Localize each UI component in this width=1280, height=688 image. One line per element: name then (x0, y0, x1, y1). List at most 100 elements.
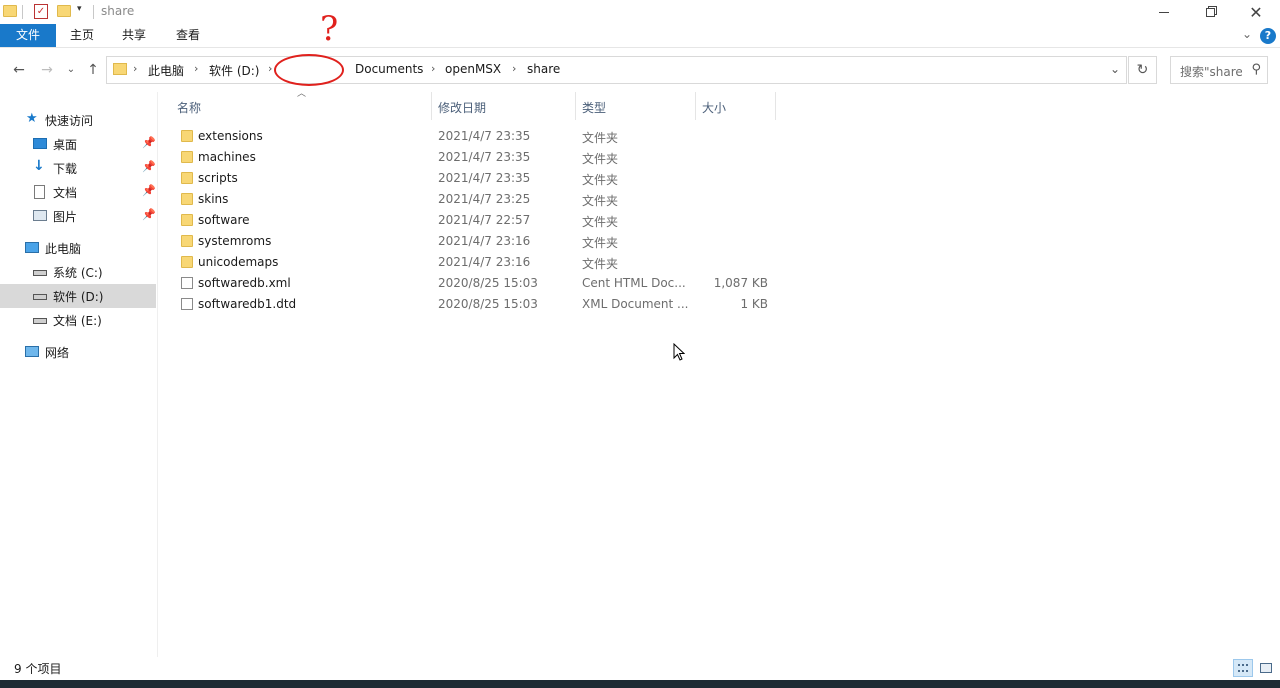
sidebar-item-pictures[interactable]: 图片 📌 (0, 204, 156, 228)
sidebar-item-documents[interactable]: 文档 📌 (0, 180, 156, 204)
tab-share[interactable]: 共享 (114, 24, 154, 47)
sidebar-item-drive-e[interactable]: 文档 (E:) (0, 308, 156, 332)
annotation-question-mark: ? (320, 9, 339, 49)
chevron-right-icon[interactable]: › (431, 62, 435, 75)
forward-button[interactable]: → (38, 61, 56, 79)
file-date: 2021/4/7 22:57 (438, 213, 531, 227)
file-row[interactable]: software 2021/4/7 22:57 文件夹 (176, 210, 776, 231)
breadcrumb-drive-d[interactable]: 软件 (D:) (209, 62, 259, 79)
details-view-button[interactable] (1233, 659, 1253, 677)
file-name: softwaredb.xml (198, 276, 291, 290)
file-row[interactable]: extensions 2021/4/7 23:35 文件夹 (176, 126, 776, 147)
chevron-right-icon[interactable]: › (268, 62, 272, 75)
computer-icon (25, 242, 39, 253)
chevron-down-icon[interactable]: ⌄ (1110, 62, 1120, 76)
close-icon: ✕ (1249, 2, 1263, 22)
separator (22, 5, 23, 19)
file-date: 2021/4/7 23:35 (438, 171, 531, 185)
sidebar-item-quick-access[interactable]: ★ 快速访问 (0, 108, 156, 132)
download-icon: ↓ (33, 158, 45, 174)
file-row[interactable]: unicodemaps 2021/4/7 23:16 文件夹 (176, 252, 776, 273)
search-input[interactable]: 搜索"share" ⚲ (1170, 56, 1268, 84)
sidebar-item-drive-c[interactable]: 系统 (C:) (0, 260, 156, 284)
minimize-button[interactable] (1141, 0, 1187, 24)
folder-icon (181, 172, 193, 184)
network-icon (25, 346, 39, 357)
desktop-icon (33, 138, 47, 149)
column-size[interactable]: 大小 (702, 99, 726, 116)
restore-button[interactable] (1187, 0, 1233, 24)
pin-icon[interactable]: 📌 (142, 208, 156, 221)
close-button[interactable]: ✕ (1233, 0, 1279, 24)
refresh-button[interactable]: ↻ (1128, 56, 1157, 84)
folder-icon (3, 5, 17, 17)
pin-icon[interactable]: 📌 (142, 160, 156, 173)
file-type: 文件夹 (582, 152, 619, 166)
chevron-right-icon[interactable]: › (512, 62, 516, 75)
file-type: 文件夹 (582, 173, 619, 187)
recent-locations-dropdown[interactable]: ⌄ (62, 61, 80, 79)
file-row[interactable]: softwaredb1.dtd 2020/8/25 15:03 XML Docume… (176, 294, 776, 315)
column-divider[interactable] (431, 92, 432, 120)
pane-divider[interactable] (157, 92, 158, 657)
expand-ribbon-icon[interactable]: ⌄ (1242, 27, 1252, 41)
column-header: 名称 修改日期 类型 大小 (158, 92, 1280, 120)
large-icons-view-button[interactable] (1256, 659, 1276, 677)
file-row[interactable]: scripts 2021/4/7 23:35 文件夹 (176, 168, 776, 189)
quick-access-dropdown-icon[interactable]: ▾ (77, 4, 82, 14)
title-bar: ✓ ▾ share ✕ (0, 0, 1280, 24)
file-type: XML Document ... (582, 297, 689, 311)
sidebar-item-label: 下载 (53, 162, 78, 176)
new-folder-icon[interactable] (57, 5, 71, 17)
annotation-ellipse (274, 54, 344, 86)
sidebar-item-desktop[interactable]: 桌面 📌 (0, 132, 156, 156)
window-title: share (101, 4, 135, 18)
column-type[interactable]: 类型 (582, 99, 606, 116)
sidebar-item-this-pc[interactable]: 此电脑 (0, 236, 156, 260)
sidebar-item-downloads[interactable]: ↓ 下载 📌 (0, 156, 156, 180)
tab-view[interactable]: 查看 (168, 24, 208, 47)
column-name[interactable]: 名称 (177, 99, 201, 116)
properties-icon[interactable]: ✓ (34, 4, 48, 19)
pin-icon[interactable]: 📌 (142, 136, 156, 149)
chevron-right-icon[interactable]: › (194, 62, 198, 75)
tab-file[interactable]: 文件 (0, 24, 56, 47)
breadcrumb-documents[interactable]: Documents (355, 62, 423, 76)
details-view-icon (1238, 664, 1248, 672)
sidebar-item-network[interactable]: 网络 (0, 340, 156, 364)
file-name: extensions (198, 129, 263, 143)
drive-icon (33, 270, 47, 276)
column-date[interactable]: 修改日期 (438, 99, 486, 116)
file-row[interactable]: machines 2021/4/7 23:35 文件夹 (176, 147, 776, 168)
breadcrumb-openmsx[interactable]: openMSX (445, 62, 501, 76)
pin-icon[interactable]: 📌 (142, 184, 156, 197)
breadcrumb-share[interactable]: share (527, 62, 560, 76)
breadcrumb-this-pc[interactable]: 此电脑 (148, 62, 184, 79)
search-icon: ⚲ (1251, 62, 1261, 77)
drive-icon (33, 318, 47, 324)
up-button[interactable]: ↑ (84, 61, 102, 79)
file-type: 文件夹 (582, 215, 619, 229)
column-divider[interactable] (695, 92, 696, 120)
sidebar-item-label: 网络 (45, 346, 70, 360)
file-type: 文件夹 (582, 194, 619, 208)
sidebar-item-drive-d[interactable]: 软件 (D:) (0, 284, 156, 308)
file-row[interactable]: skins 2021/4/7 23:25 文件夹 (176, 189, 776, 210)
sidebar-item-label: 系统 (C:) (53, 266, 103, 280)
file-name: systemroms (198, 234, 272, 248)
back-button[interactable]: ← (10, 61, 28, 79)
folder-icon (181, 214, 193, 226)
column-divider[interactable] (775, 92, 776, 120)
help-button[interactable]: ? (1260, 28, 1276, 44)
column-divider[interactable] (575, 92, 576, 120)
tab-home[interactable]: 主页 (62, 24, 102, 47)
sidebar-item-label: 桌面 (53, 138, 78, 152)
file-row[interactable]: systemroms 2021/4/7 23:16 文件夹 (176, 231, 776, 252)
address-bar[interactable]: › 此电脑 › 软件 (D:) › Documents › openMSX › … (106, 56, 1127, 84)
file-name: softwaredb1.dtd (198, 297, 297, 311)
file-row[interactable]: softwaredb.xml 2020/8/25 15:03 Cent HTML D… (176, 273, 776, 294)
sidebar-item-label: 软件 (D:) (53, 290, 104, 304)
restore-icon (1205, 7, 1215, 17)
chevron-right-icon[interactable]: › (133, 62, 137, 75)
file-icon (181, 277, 193, 289)
